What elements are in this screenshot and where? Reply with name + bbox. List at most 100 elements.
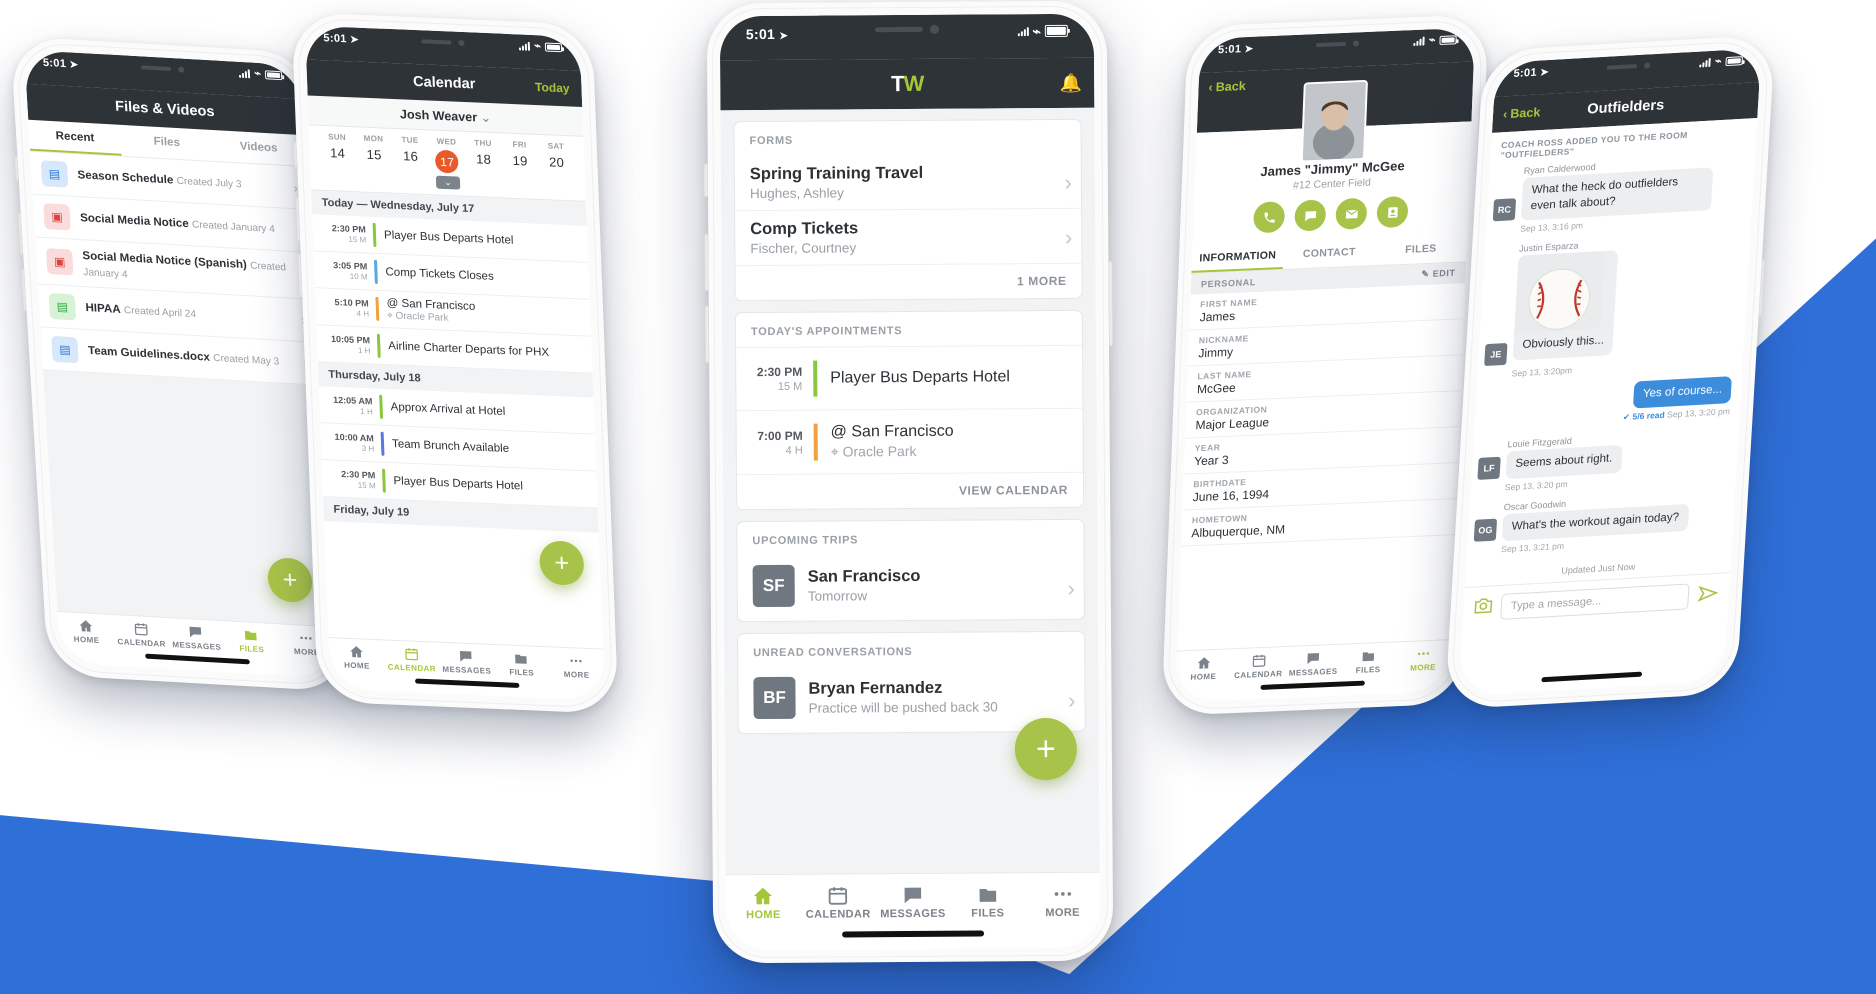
- sidebar-item-calendar[interactable]: CALENDAR: [113, 620, 170, 649]
- event-time: 3:05 PM: [332, 260, 368, 272]
- profile-actions[interactable]: [1193, 193, 1469, 235]
- signal-icon: [1017, 26, 1029, 36]
- page-title: Files & Videos: [114, 98, 216, 121]
- list-item[interactable]: SF San Francisco Tomorrow ›: [738, 554, 1084, 621]
- tab-label: MESSAGES: [172, 640, 222, 652]
- chat-message: Ryan Calderwood RC What the heck do outf…: [1486, 150, 1756, 239]
- tab-label: MORE: [563, 669, 590, 680]
- sidebar-item-messages[interactable]: MESSAGES: [1286, 650, 1342, 678]
- sidebar-item-calendar[interactable]: CALENDAR: [1231, 652, 1287, 680]
- today-button[interactable]: Today: [535, 80, 570, 95]
- volume-up-button[interactable]: [295, 197, 301, 242]
- volume-down-button[interactable]: [297, 253, 303, 298]
- list-item[interactable]: Comp Tickets Fischer, Courtney ›: [735, 207, 1082, 266]
- bottom-tab-bar[interactable]: HOME CALENDAR MESSAGES FILES MORE: [725, 871, 1101, 951]
- appointment-title: @ San Francisco: [830, 422, 954, 441]
- sidebar-item-home[interactable]: HOME: [1176, 654, 1232, 682]
- document-icon: ▤: [40, 160, 69, 188]
- sidebar-item-more[interactable]: MORE: [1395, 645, 1451, 673]
- form-title: Comp Tickets: [750, 219, 859, 239]
- message-bubble[interactable]: Obviously this...: [1512, 250, 1619, 361]
- status-time: 5:01: [1513, 66, 1538, 80]
- more-forms-link[interactable]: 1 MORE: [735, 262, 1082, 301]
- phone-icon[interactable]: [1253, 201, 1286, 234]
- read-receipt-icon: ✔: [1622, 411, 1631, 423]
- sidebar-item-calendar[interactable]: CALENDAR: [801, 884, 876, 921]
- date-cell[interactable]: 20: [538, 154, 575, 178]
- conversations-card: UNREAD CONVERSATIONS BF Bryan Fernandez …: [737, 630, 1086, 735]
- pencil-icon: ✎: [1421, 268, 1430, 280]
- mute-switch[interactable]: [703, 163, 709, 198]
- phone-mockup-chat: 5:01 ➤ ⌁ ‹ Back Outfielders COACH ROSS A…: [1444, 34, 1776, 710]
- date-cell[interactable]: 18: [465, 151, 502, 175]
- date-cell[interactable]: 15: [356, 146, 393, 170]
- sidebar-item-more[interactable]: MORE: [1025, 883, 1100, 920]
- date-cell-selected[interactable]: 17: [429, 149, 466, 174]
- volume-down-button[interactable]: [704, 305, 710, 364]
- phone-screen: 5:01 ➤ ⌁ Calendar Today Josh Weaver ⌄ SU…: [304, 25, 606, 701]
- mute-switch[interactable]: [14, 155, 19, 182]
- event-duration: 3 H: [361, 443, 375, 454]
- tab-videos[interactable]: Videos: [212, 130, 306, 166]
- file-meta: Created January 4: [191, 219, 276, 236]
- sidebar-item-messages[interactable]: MESSAGES: [439, 648, 495, 676]
- date-cell[interactable]: 14: [320, 145, 357, 169]
- battery-icon: [264, 70, 283, 81]
- email-icon[interactable]: [1335, 197, 1368, 230]
- sidebar-item-files[interactable]: FILES: [1340, 647, 1396, 675]
- sidebar-item-messages[interactable]: MESSAGES: [168, 623, 225, 652]
- sidebar-item-calendar[interactable]: CALENDAR: [384, 645, 440, 673]
- sidebar-item-more[interactable]: MORE: [548, 652, 604, 680]
- message-icon[interactable]: [1294, 199, 1327, 232]
- week-strip[interactable]: SUN MON TUE WED THU FRI SAT 14 15 16 17 …: [308, 125, 586, 202]
- event-color-bar: [813, 360, 818, 397]
- wifi-icon: ⌁: [253, 67, 262, 81]
- add-button[interactable]: +: [538, 540, 585, 586]
- add-button[interactable]: +: [266, 556, 314, 604]
- edit-button[interactable]: ✎ EDIT: [1421, 268, 1456, 280]
- list-item[interactable]: 7:00 PM 4 H @ San Francisco ⌖ Oracle Park: [736, 407, 1083, 475]
- tab-files[interactable]: FILES: [1375, 234, 1468, 265]
- send-icon[interactable]: [1696, 582, 1720, 608]
- event-color-bar: [373, 259, 378, 284]
- back-button[interactable]: ‹ Back: [1503, 105, 1541, 121]
- sidebar-item-home[interactable]: HOME: [329, 643, 385, 671]
- sidebar-item-home[interactable]: HOME: [58, 617, 115, 646]
- phone-screen: 5:01 ➤ ⌁ TW 🔔 FORMS Spring Training Trav…: [719, 13, 1101, 951]
- event-time: 12:05 AM: [332, 394, 373, 407]
- list-item[interactable]: Spring Training Travel Hughes, Ashley ›: [735, 154, 1081, 210]
- list-item[interactable]: 2:30 PM 15 M Player Bus Departs Hotel: [736, 344, 1083, 411]
- mute-switch[interactable]: [293, 141, 298, 168]
- event-title: Player Bus Departs Hotel: [393, 475, 524, 493]
- sidebar-item-files[interactable]: FILES: [223, 626, 280, 655]
- volume-up-button[interactable]: [704, 233, 709, 292]
- appointments-card: TODAY'S APPOINTMENTS 2:30 PM 15 M Player …: [734, 309, 1085, 511]
- contact-card-icon[interactable]: [1376, 195, 1409, 229]
- avatar: SF: [752, 564, 795, 608]
- trips-card: UPCOMING TRIPS SF San Francisco Tomorrow…: [736, 518, 1085, 623]
- notifications-bell-icon[interactable]: 🔔: [1060, 72, 1083, 93]
- camera-icon[interactable]: [1473, 596, 1493, 619]
- date-cell[interactable]: 19: [502, 152, 539, 176]
- location-arrow-icon: ➤: [1244, 43, 1254, 56]
- tab-recent[interactable]: Recent: [28, 119, 122, 156]
- wifi-icon: ⌁: [534, 40, 542, 53]
- add-button[interactable]: +: [1014, 717, 1078, 781]
- chevron-down-icon: ⌄: [436, 175, 461, 190]
- status-time: 5:01: [1217, 43, 1242, 57]
- sidebar-item-files[interactable]: FILES: [950, 883, 1025, 920]
- sidebar-item-home[interactable]: HOME: [726, 885, 801, 922]
- tab-label: MORE: [1045, 906, 1080, 920]
- date-cell[interactable]: 16: [393, 148, 430, 172]
- tab-information[interactable]: INFORMATION: [1191, 242, 1285, 273]
- appointment-title: Player Bus Departs Hotel: [830, 368, 1010, 387]
- power-button[interactable]: [1108, 260, 1114, 347]
- tab-contact[interactable]: CONTACT: [1283, 238, 1376, 269]
- back-button[interactable]: ‹ Back: [1208, 79, 1246, 95]
- message-input[interactable]: Type a message...: [1500, 583, 1690, 621]
- sidebar-item-messages[interactable]: MESSAGES: [875, 884, 950, 921]
- view-calendar-link[interactable]: VIEW CALENDAR: [736, 471, 1084, 510]
- conversation-preview: Practice will be pushed back 30: [808, 699, 998, 716]
- sidebar-item-files[interactable]: FILES: [493, 650, 549, 678]
- tab-files[interactable]: Files: [120, 125, 214, 161]
